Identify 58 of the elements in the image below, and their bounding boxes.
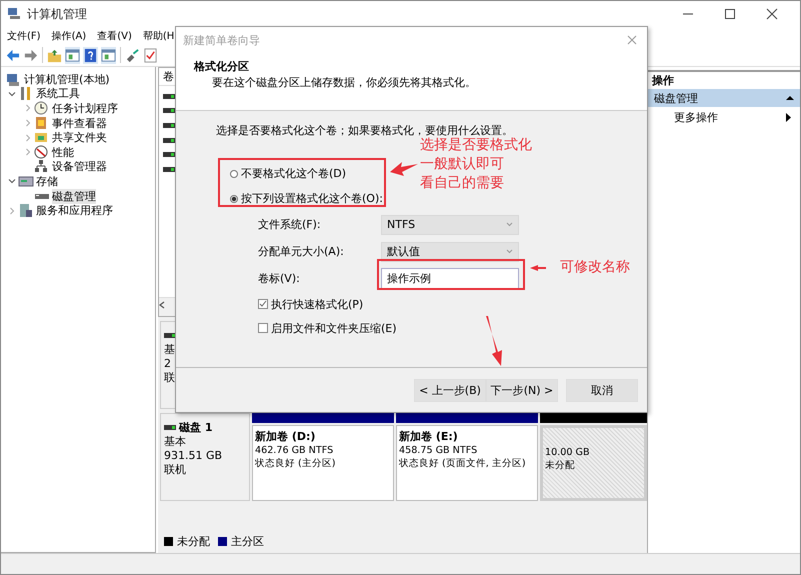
tree-item[interactable]: 系统工具 [1, 86, 155, 102]
legend-label: 主分区 [231, 534, 264, 548]
back-button[interactable]: < 上一步(B) [414, 378, 486, 402]
menu-item[interactable]: 操作(A) [52, 28, 86, 42]
tree-item[interactable]: 共享文件夹 [1, 130, 155, 145]
dropdown[interactable]: 默认值 [381, 242, 519, 262]
action-item[interactable]: 更多操作 [648, 107, 800, 127]
tree-item[interactable]: 磁盘管理 [1, 188, 155, 204]
tree-item[interactable]: 事件查看器 [1, 116, 155, 130]
menu-item[interactable]: 文件(F) [7, 28, 41, 42]
menu-item[interactable]: 查看(V) [97, 28, 132, 42]
disk-type: 基本 [164, 435, 187, 449]
tree-item[interactable]: 性能 [1, 144, 155, 160]
dropdown[interactable]: NTFS [381, 214, 519, 234]
menu-item[interactable]: 帮助(H [142, 28, 174, 42]
annotation-note: 选择是否要格式化 [420, 136, 532, 155]
checkbox-option[interactable]: 启用文件和文件夹压缩(E) [258, 316, 397, 340]
legend-label: 未分配 [177, 534, 210, 548]
partition-size: 458.75 GB NTFS [399, 444, 478, 457]
cancel-button[interactable]: 取消 [566, 378, 638, 402]
tree-item[interactable]: 设备管理器 [1, 160, 155, 174]
action-section[interactable]: 磁盘管理 [648, 89, 800, 107]
tree-item[interactable]: 服务和应用程序 [1, 203, 155, 218]
radio-option[interactable]: 按下列设置格式化这个卷(O): [230, 186, 383, 211]
disk-size: 931.51 GB [164, 449, 224, 463]
next-button[interactable]: 下一步(N) > [486, 378, 558, 402]
section-description: 要在这个磁盘分区上储存数据，你必须先将其格式化。 [211, 75, 477, 89]
input-field[interactable]: 操作示例 [381, 268, 519, 290]
partition-box[interactable]: 新加卷 (D:) 462.76 GB NTFS 状态良好 (主分区) [252, 425, 394, 501]
section-heading: 格式化分区 [194, 59, 250, 75]
field-label: 分配单元大小(A): [258, 244, 345, 259]
tree-item[interactable]: 计算机管理(本地) [1, 72, 155, 87]
checkbox-option[interactable]: 执行快速格式化(P) [258, 292, 364, 316]
field-label: 卷标(V): [258, 271, 301, 286]
partition-size: 462.76 GB NTFS [255, 444, 334, 457]
annotation-note: 看自己的需要 [420, 174, 504, 193]
radio-option[interactable]: 不要格式化这个卷(D) [230, 161, 346, 186]
field-label: 文件系统(F): [258, 217, 322, 232]
annotation-note: 一般默认即可 [420, 155, 504, 174]
disk-name: 磁盘 1 [179, 420, 212, 435]
partition-name: 新加卷 (D:) [255, 430, 316, 444]
disk-type: 基 [164, 343, 176, 357]
tree-item[interactable]: 任务计划程序 [1, 101, 155, 116]
partition-size: 10.00 GB [545, 446, 590, 459]
disk-size: 2 [164, 357, 172, 371]
window-title: 计算机管理 [27, 6, 87, 22]
tree-item[interactable]: 存储 [1, 174, 155, 189]
partition-status: 未分配 [545, 459, 575, 472]
partition-name: 新加卷 (E:) [399, 430, 459, 444]
partition-box[interactable]: 新加卷 (E:) 458.75 GB NTFS 状态良好 (页面文件, 主分区) [396, 425, 538, 501]
disk-status: 联 [164, 371, 176, 385]
instruction-text: 选择是否要格式化这个卷；如果要格式化，要使用什么设置。 [216, 123, 514, 138]
disk-status: 联机 [164, 463, 187, 477]
partition-box[interactable]: 10.00 GB 未分配 [540, 425, 647, 501]
dialog-title: 新建简单卷向导 [183, 32, 260, 48]
partition-status: 状态良好 (页面文件, 主分区) [399, 457, 526, 470]
partition-status: 状态良好 (主分区) [255, 457, 336, 470]
annotation-note: 可修改名称 [560, 258, 630, 277]
